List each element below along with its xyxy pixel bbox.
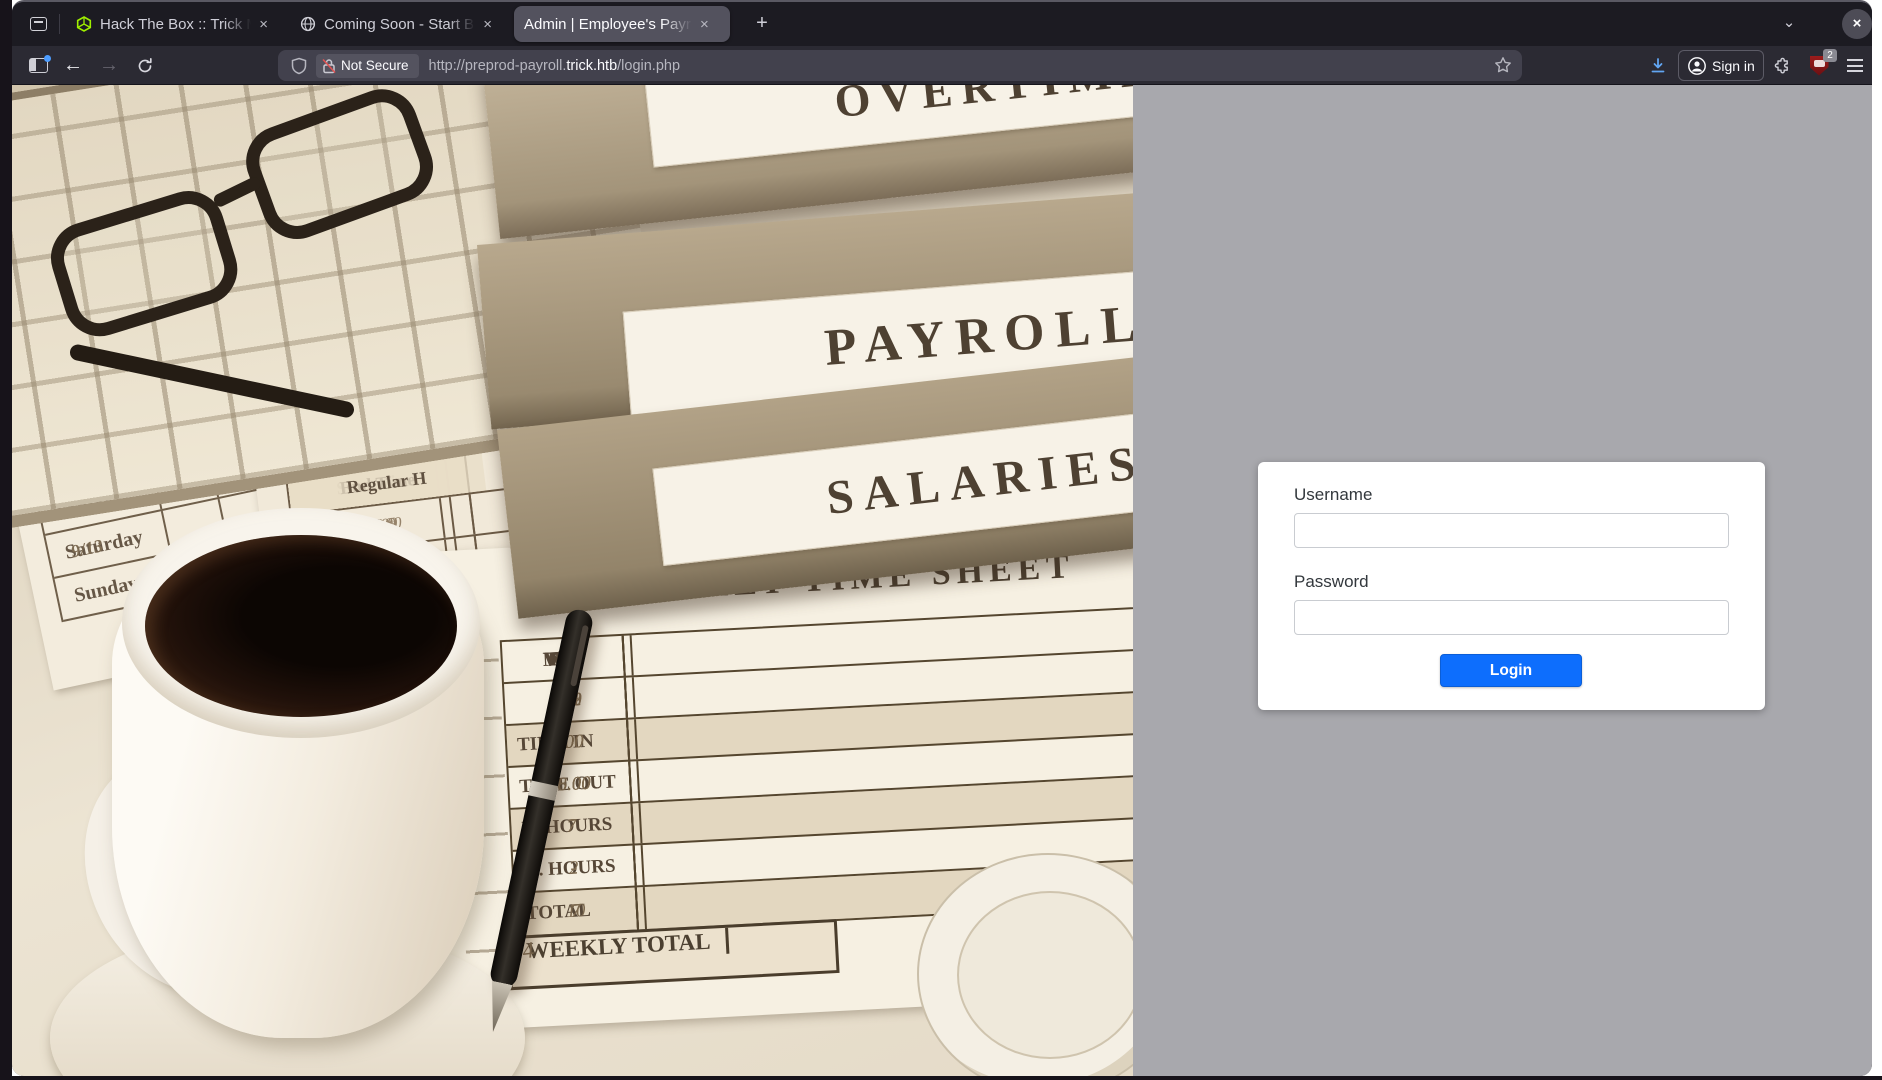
tab-close-icon[interactable]: × bbox=[259, 17, 268, 32]
menu-button[interactable] bbox=[1840, 46, 1870, 85]
extension-badge: 2 bbox=[1823, 49, 1837, 62]
downloads-button[interactable] bbox=[1645, 46, 1671, 85]
not-secure-label: Not Secure bbox=[341, 58, 409, 73]
tab-title: Hack The Box :: Trick Mac bbox=[100, 16, 251, 33]
sidebar-rect bbox=[29, 58, 48, 73]
account-person-icon bbox=[1687, 56, 1707, 76]
sidebar-toggle-icon[interactable] bbox=[20, 46, 56, 85]
desktop-edge-bottom bbox=[0, 1076, 1882, 1080]
tab-title: Coming Soon - Start Boot bbox=[324, 16, 475, 33]
puzzle-piece-icon bbox=[1772, 56, 1792, 76]
forward-button[interactable]: → bbox=[92, 46, 126, 85]
login-button[interactable]: Login bbox=[1440, 654, 1582, 687]
tab-coming-soon[interactable]: Coming Soon - Start Boot × bbox=[290, 6, 502, 42]
menu-bar bbox=[1847, 59, 1863, 61]
plate-inner-ring bbox=[957, 891, 1133, 1059]
password-label: Password bbox=[1294, 572, 1369, 592]
sign-in-label: Sign in bbox=[1712, 58, 1755, 74]
username-label: Username bbox=[1294, 485, 1372, 505]
globe-icon bbox=[300, 16, 316, 32]
tab-close-icon[interactable]: × bbox=[700, 17, 709, 32]
insecure-lock-icon bbox=[322, 58, 336, 74]
eyeglasses-lens bbox=[42, 182, 246, 345]
bookmark-star-icon[interactable] bbox=[1494, 56, 1512, 74]
tab-title: Admin | Employee's Payroll M bbox=[524, 16, 692, 33]
ublock-extension-button[interactable]: 2 bbox=[1804, 46, 1834, 85]
menu-bar bbox=[1847, 65, 1863, 67]
password-input[interactable] bbox=[1294, 600, 1729, 635]
not-secure-chip[interactable]: Not Secure bbox=[316, 54, 419, 78]
list-all-tabs-chevron-icon[interactable]: ⌄ bbox=[1776, 12, 1802, 36]
tab-strip: Hack The Box :: Trick Mac × Coming Soon … bbox=[12, 2, 1872, 46]
tab-separator bbox=[59, 14, 60, 34]
page-content: Tue 9/9 Wednes 9/10 Thursday 9/11 Friday… bbox=[12, 85, 1872, 1076]
new-tab-button[interactable]: + bbox=[748, 10, 776, 38]
firefox-view-box bbox=[30, 17, 47, 31]
back-button[interactable]: ← bbox=[56, 46, 90, 85]
browser-window: Hack The Box :: Trick Mac × Coming Soon … bbox=[12, 0, 1872, 1076]
download-icon bbox=[1649, 57, 1667, 75]
url-path: /login.php bbox=[617, 58, 680, 74]
url-domain: trick.htb bbox=[566, 58, 617, 74]
back-arrow-icon: ← bbox=[63, 54, 83, 77]
menu-bar bbox=[1847, 70, 1863, 72]
username-input[interactable] bbox=[1294, 513, 1729, 548]
tracking-protection-shield-icon[interactable] bbox=[290, 57, 308, 75]
url-bar[interactable]: Not Secure http://preprod-payroll.trick.… bbox=[278, 50, 1522, 81]
eyeglasses-lens bbox=[236, 85, 443, 249]
firefox-view-lid bbox=[34, 21, 43, 23]
notification-dot bbox=[44, 55, 51, 62]
login-card: Username Password Login bbox=[1258, 462, 1765, 710]
navigation-toolbar: ← → Not Secure http://preprod-payroll.tr… bbox=[12, 46, 1872, 85]
binder-label: OVERTIME bbox=[644, 85, 1133, 168]
desktop-edge-left bbox=[0, 0, 12, 1080]
window-close-button[interactable]: × bbox=[1842, 9, 1872, 39]
tab-payroll-admin-active[interactable]: Admin | Employee's Payroll M × bbox=[514, 6, 730, 42]
sign-in-button[interactable]: Sign in bbox=[1678, 50, 1764, 81]
reload-button[interactable] bbox=[128, 46, 162, 85]
tab-hackthebox[interactable]: Hack The Box :: Trick Mac × bbox=[66, 6, 278, 42]
forward-arrow-icon: → bbox=[99, 54, 119, 77]
htb-cube-icon bbox=[76, 16, 92, 32]
payroll-hero-photo: Tue 9/9 Wednes 9/10 Thursday 9/11 Friday… bbox=[12, 85, 1133, 1076]
tab-close-icon[interactable]: × bbox=[483, 17, 492, 32]
extensions-button[interactable] bbox=[1768, 46, 1796, 85]
url-prefix: http://preprod-payroll. bbox=[429, 58, 567, 74]
binder-label: SALARIES bbox=[652, 394, 1133, 566]
url-text: http://preprod-payroll.trick.htb/login.p… bbox=[429, 58, 680, 74]
firefox-view-icon[interactable] bbox=[28, 14, 50, 34]
coffee-surface bbox=[145, 535, 457, 717]
pen-band bbox=[528, 781, 558, 801]
reload-icon bbox=[136, 57, 154, 75]
sidebar-fill bbox=[30, 59, 36, 71]
